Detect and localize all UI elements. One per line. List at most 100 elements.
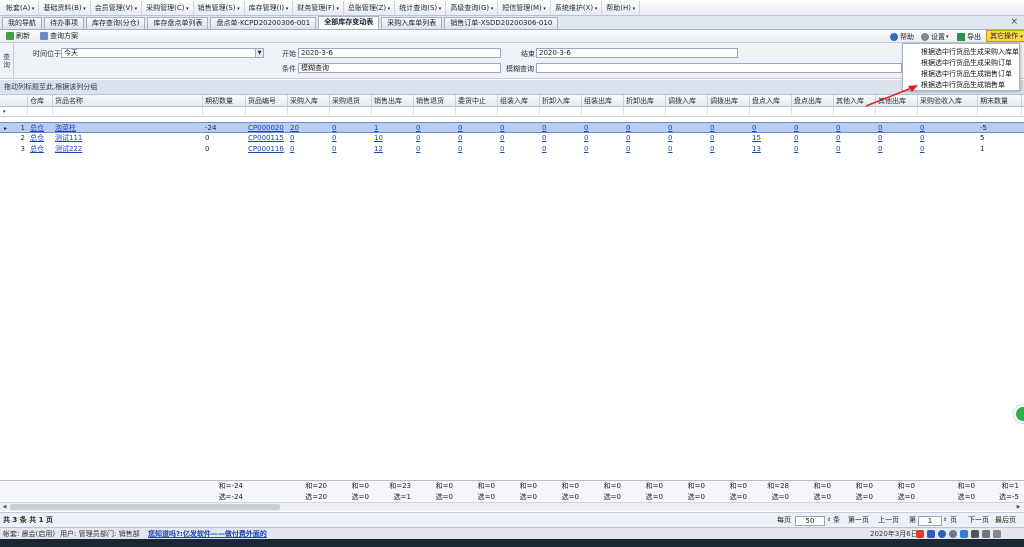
cell-折卸入库[interactable]: 0 (540, 144, 582, 155)
scrollbar-thumb[interactable] (10, 504, 280, 510)
cell-采购入库[interactable]: 0 (288, 144, 330, 155)
column-header-6[interactable]: 销售出库 (372, 95, 414, 107)
cell-采购退货[interactable]: 0 (330, 144, 372, 155)
keyboard-icon[interactable] (971, 530, 979, 538)
tab-3[interactable]: 库存盘点单列表 (147, 17, 209, 29)
condition-select[interactable]: 模糊查询 (298, 63, 501, 73)
column-header-1[interactable]: 货品名称 (53, 95, 203, 107)
cell-采购退货[interactable]: 0 (330, 133, 372, 144)
page-input[interactable]: 1 (918, 516, 942, 526)
tab-4[interactable]: 盘点单-KCPD20200306-001 (210, 17, 317, 29)
column-header-19[interactable]: 采购验收入库 (918, 95, 978, 107)
cell-组装出库[interactable]: 0 (582, 133, 624, 144)
filter-icon[interactable]: ▾ (0, 107, 28, 117)
emoji-icon[interactable] (949, 530, 957, 538)
tab-1[interactable]: 待办事项 (44, 17, 84, 29)
per-page-input[interactable]: 50 (795, 516, 825, 526)
more-actions-item-0[interactable]: 根据选中行货品生成采购入库单 (903, 47, 1019, 58)
export-button[interactable]: 导出 (957, 31, 981, 42)
column-header-0[interactable]: 仓库 (28, 95, 53, 107)
menu-item-9[interactable]: 高级查询(G) ▾ (446, 0, 499, 15)
ime-mode-icon[interactable] (927, 530, 935, 538)
cell-其他入库[interactable]: 0 (834, 144, 876, 155)
cell-销售出库[interactable]: 10 (372, 133, 414, 144)
chevron-down-icon[interactable]: ▼ (255, 49, 263, 57)
skin-icon[interactable] (993, 530, 1001, 538)
tab-5[interactable]: 全部库存变动表 (318, 16, 380, 29)
per-page-spinner-icon[interactable]: ⇕ (827, 513, 831, 528)
cell-其他入库[interactable]: 0 (834, 133, 876, 144)
cell-盘点入库[interactable]: 15 (750, 133, 792, 144)
cell-组装出库[interactable]: 0 (582, 144, 624, 155)
cell-其他出库[interactable]: 0 (876, 144, 918, 155)
column-header-4[interactable]: 采购入库 (288, 95, 330, 107)
horizontal-scrollbar[interactable]: ◀ ▶ (0, 502, 1024, 511)
menu-item-3[interactable]: 采购管理(C) ▾ (142, 0, 194, 15)
filter-cell-16[interactable] (792, 107, 834, 117)
cell-货品名称[interactable]: 测试111 (53, 133, 203, 144)
menu-item-4[interactable]: 销售管理(S) ▾ (194, 0, 245, 15)
filter-cell-13[interactable] (666, 107, 708, 117)
filter-cell-11[interactable] (582, 107, 624, 117)
column-header-13[interactable]: 调拨入库 (666, 95, 708, 107)
filter-cell-7[interactable] (414, 107, 456, 117)
menu-item-0[interactable]: 帐套(A) ▾ (2, 0, 40, 15)
cell-委货中止[interactable]: 0 (456, 133, 498, 144)
column-header-7[interactable]: 销售退货 (414, 95, 456, 107)
filter-cell-20[interactable] (978, 107, 1022, 117)
microphone-icon[interactable] (960, 530, 968, 538)
cell-货品编号[interactable]: CP000115 (246, 133, 288, 144)
cell-采购验收入库[interactable]: 0 (918, 133, 978, 144)
cell-组装入库[interactable]: 0 (498, 144, 540, 155)
first-page-button[interactable]: 第一页 (848, 513, 869, 528)
prev-page-button[interactable]: 上一页 (878, 513, 899, 528)
tools-icon[interactable] (982, 530, 990, 538)
cell-调拨出库[interactable]: 0 (708, 133, 750, 144)
menu-item-11[interactable]: 系统维护(X) ▾ (551, 0, 603, 15)
fuzzy-query-input[interactable] (536, 63, 902, 73)
cell-盘点出库[interactable]: 0 (792, 144, 834, 155)
column-header-10[interactable]: 折卸入库 (540, 95, 582, 107)
tab-2[interactable]: 库存查询(分仓) (86, 17, 146, 29)
tab-7[interactable]: 销售订单-XSDD20200306-010 (444, 17, 559, 29)
cell-其他出库[interactable]: 0 (876, 133, 918, 144)
cell-折卸出库[interactable]: 0 (624, 133, 666, 144)
help-button[interactable]: 帮助 (890, 31, 914, 42)
cell-折卸入库[interactable]: 0 (540, 133, 582, 144)
column-header-20[interactable]: 期末数量 (978, 95, 1022, 107)
cell-盘点出库[interactable]: 0 (792, 133, 834, 144)
filter-cell-6[interactable] (372, 107, 414, 117)
floating-assistant-icon[interactable] (1014, 405, 1024, 423)
more-actions-item-3[interactable]: 根据选中行货品生成销售单 (903, 80, 1019, 91)
settings-button[interactable]: 设置 ▾ (921, 31, 949, 42)
cell-委货中止[interactable]: 0 (456, 144, 498, 155)
menu-item-12[interactable]: 帮助(H) ▾ (602, 0, 641, 15)
menu-item-10[interactable]: 短信管理(M) ▾ (498, 0, 551, 15)
end-date-input[interactable]: 2020-3-6 (536, 48, 738, 58)
cell-组装入库[interactable]: 0 (498, 133, 540, 144)
filter-cell-2[interactable] (203, 107, 246, 117)
column-header-5[interactable]: 采购退货 (330, 95, 372, 107)
page-spinner-icon[interactable]: ⇕ (943, 513, 947, 528)
filter-cell-4[interactable] (288, 107, 330, 117)
cell-盘点入库[interactable]: 13 (750, 144, 792, 155)
tab-0[interactable]: 我的导航 (2, 17, 42, 29)
filter-cell-1[interactable] (53, 107, 203, 117)
menu-item-6[interactable]: 财务管理(F) ▾ (293, 0, 344, 15)
filter-cell-3[interactable] (246, 107, 288, 117)
column-header-2[interactable]: 期初数量 (203, 95, 246, 107)
filter-cell-12[interactable] (624, 107, 666, 117)
scroll-left-icon[interactable]: ◀ (0, 503, 9, 511)
more-actions-item-1[interactable]: 根据选中行货品生成采购订单 (903, 58, 1019, 69)
filter-cell-14[interactable] (708, 107, 750, 117)
scroll-right-icon[interactable]: ▶ (1014, 503, 1023, 511)
filter-cell-9[interactable] (498, 107, 540, 117)
column-header-14[interactable]: 调拨出库 (708, 95, 750, 107)
column-header-8[interactable]: 委货中止 (456, 95, 498, 107)
filter-cell-19[interactable] (918, 107, 978, 117)
column-header-9[interactable]: 组装入库 (498, 95, 540, 107)
tab-6[interactable]: 采购入库单列表 (381, 17, 443, 29)
column-header-3[interactable]: 货品编号 (246, 95, 288, 107)
filter-cell-0[interactable] (28, 107, 53, 117)
table-row[interactable]: 2 总仓 测试111 0 CP000115 0 0 10 0 0 0 0 0 0 0 0 15 0 0 0 0 5 (0, 133, 1024, 144)
